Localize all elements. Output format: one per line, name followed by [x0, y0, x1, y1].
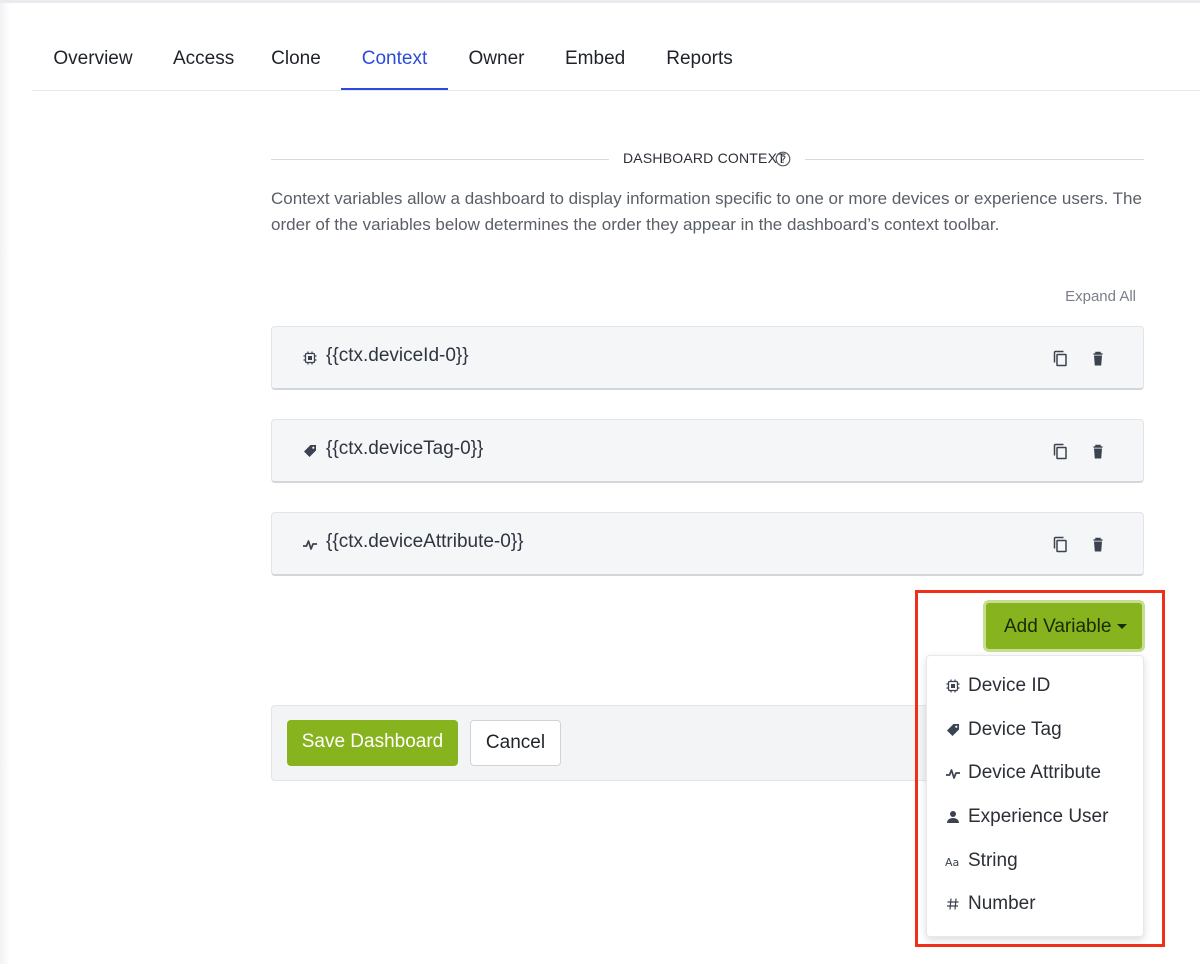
add-variable-label: Add Variable	[1004, 616, 1112, 637]
tab-access[interactable]: Access	[173, 30, 234, 90]
sidebar-edge	[0, 3, 10, 964]
tag-icon	[302, 443, 318, 459]
context-description: Context variables allow a dashboard to d…	[271, 189, 1142, 234]
expand-all-link[interactable]: Expand All	[1065, 288, 1136, 305]
menu-item-number[interactable]: Number	[927, 884, 1143, 924]
variable-name: {{ctx.deviceId-0}}	[326, 345, 469, 366]
user-icon	[945, 809, 961, 825]
save-dashboard-button[interactable]: Save Dashboard	[287, 720, 458, 766]
cancel-button[interactable]: Cancel	[470, 720, 561, 766]
add-variable-menu: Device ID Device Tag Device Attribute Ex…	[926, 655, 1144, 937]
context-variable-card[interactable]: {{ctx.deviceId-0}}	[271, 326, 1144, 390]
variable-name: {{ctx.deviceAttribute-0}}	[326, 531, 524, 552]
tab-overview[interactable]: Overview	[53, 30, 133, 90]
pulse-icon	[302, 536, 318, 552]
tab-clone[interactable]: Clone	[271, 30, 321, 90]
divider	[271, 159, 609, 160]
text-aa-icon: Aa	[945, 853, 961, 869]
tab-embed[interactable]: Embed	[565, 30, 625, 90]
copy-icon[interactable]	[1050, 441, 1072, 463]
divider	[805, 159, 1144, 160]
top-border	[0, 0, 1200, 3]
tab-owner[interactable]: Owner	[468, 30, 525, 90]
menu-item-device-attribute[interactable]: Device Attribute	[927, 753, 1143, 793]
trash-icon[interactable]	[1087, 441, 1109, 463]
context-variable-card[interactable]: {{ctx.deviceTag-0}}	[271, 419, 1144, 483]
trash-icon[interactable]	[1087, 534, 1109, 556]
svg-text:Aa: Aa	[945, 856, 959, 869]
section-title: DASHBOARD CONTEXT	[623, 150, 786, 166]
menu-item-device-id[interactable]: Device ID	[927, 666, 1143, 706]
menu-item-string[interactable]: Aa String	[927, 841, 1143, 881]
copy-icon[interactable]	[1050, 348, 1072, 370]
tab-bar: Overview Access Clone Context Owner Embe…	[32, 30, 1200, 91]
chip-icon	[302, 350, 318, 366]
pulse-icon	[945, 765, 961, 781]
menu-item-device-tag[interactable]: Device Tag	[927, 710, 1143, 750]
hash-icon	[945, 896, 961, 912]
question-circle-icon[interactable]	[775, 151, 791, 167]
menu-item-label: Device Attribute	[968, 762, 1102, 783]
context-variable-card[interactable]: {{ctx.deviceAttribute-0}}	[271, 512, 1144, 576]
tab-context[interactable]: Context	[341, 30, 448, 90]
menu-item-label: Experience User	[968, 806, 1109, 827]
menu-item-experience-user[interactable]: Experience User	[927, 797, 1143, 837]
tab-reports[interactable]: Reports	[666, 30, 733, 90]
menu-item-label: Number	[968, 893, 1036, 914]
menu-item-label: String	[968, 850, 1018, 871]
tag-icon	[945, 722, 961, 738]
add-variable-button[interactable]: Add Variable	[983, 600, 1145, 652]
section-header: DASHBOARD CONTEXT	[271, 148, 1144, 172]
menu-item-label: Device ID	[968, 675, 1051, 696]
trash-icon[interactable]	[1087, 348, 1109, 370]
chip-icon	[945, 678, 961, 694]
copy-icon[interactable]	[1050, 534, 1072, 556]
variable-name: {{ctx.deviceTag-0}}	[326, 438, 484, 459]
caret-down-icon	[1117, 624, 1127, 629]
menu-item-label: Device Tag	[968, 719, 1062, 740]
